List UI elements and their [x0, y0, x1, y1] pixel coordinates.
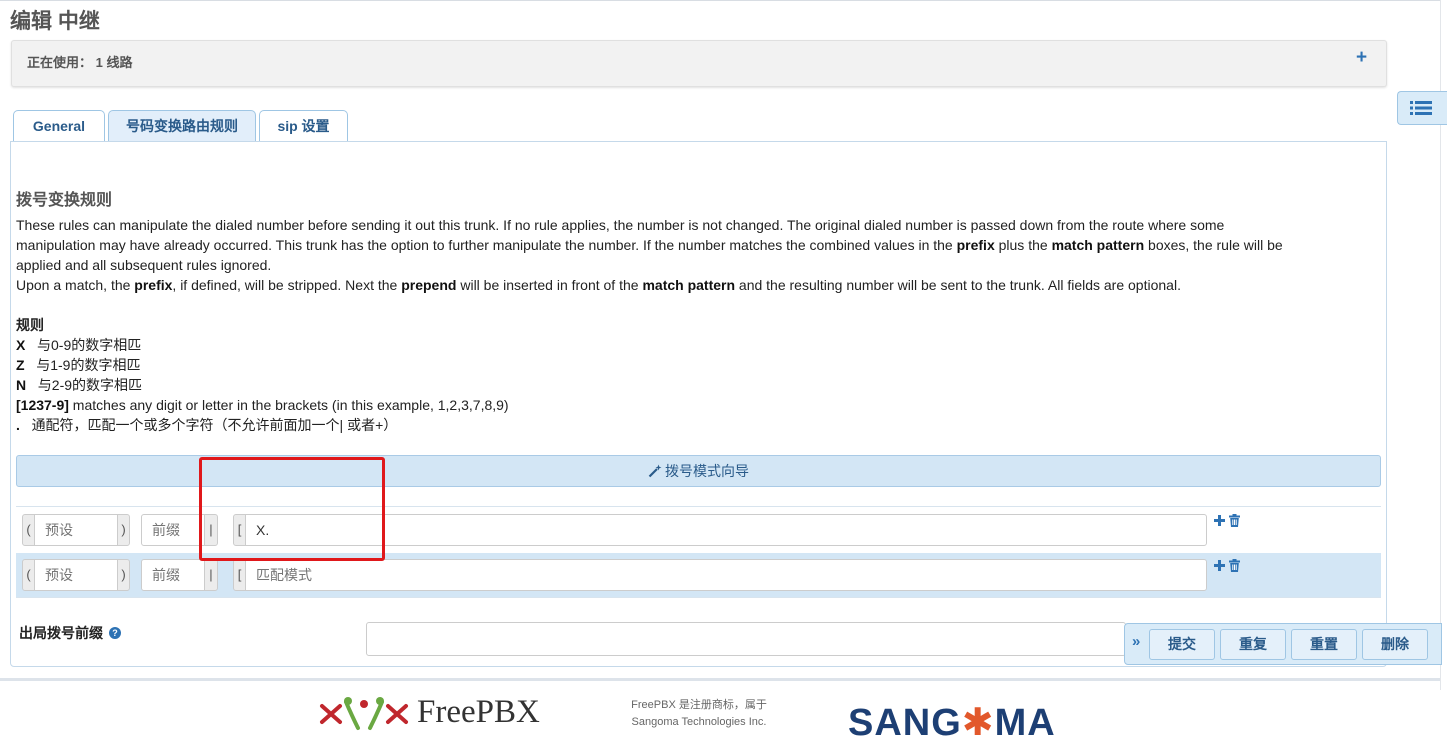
description-line-1: These rules can manipulate the dialed nu…: [16, 215, 1224, 235]
tab-dial-rules[interactable]: 号码变换路由规则: [108, 110, 256, 142]
tab-sip-settings[interactable]: sip 设置: [259, 110, 348, 142]
rule-text: 通配符，匹配一个或多个字符（不允许前面加一个| 或者+）: [31, 417, 398, 433]
description-line-3: applied and all subsequent rules ignored…: [16, 255, 271, 275]
tab-general[interactable]: General: [13, 110, 105, 142]
description-line-2: manipulation may have already occurred. …: [16, 235, 1283, 255]
in-use-panel: 正在使用： 1 线路 +: [11, 40, 1387, 87]
help-icon[interactable]: ?: [109, 627, 121, 639]
desc-text: applied and all subsequent rules ignored…: [16, 257, 272, 273]
close-paren-addon: ): [117, 514, 130, 546]
trash-icon[interactable]: [1229, 514, 1240, 527]
delete-button[interactable]: 删除: [1362, 629, 1428, 660]
sangoma-logo: SANG✱MA: [848, 700, 1056, 745]
rule-text: 与1-9的数字相匹: [36, 357, 141, 373]
desc-text: will be inserted in front of the: [456, 277, 643, 293]
top-border: [0, 0, 1440, 1]
outbound-prefix-input[interactable]: [366, 622, 1126, 656]
prepend-input[interactable]: [34, 559, 118, 591]
freepbx-logo-text: FreePBX: [417, 694, 540, 730]
footer-divider: [0, 678, 1440, 681]
desc-bold: prefix: [956, 237, 995, 253]
rule-key: Z: [16, 357, 25, 373]
desc-text: manipulation may have already occurred. …: [16, 237, 957, 253]
rules-title: 规则: [16, 317, 44, 333]
desc-text: These rules can manipulate the dialed nu…: [16, 217, 1225, 233]
divider: [16, 597, 1381, 598]
pipe-addon: |: [204, 559, 218, 591]
rule-key: .: [16, 417, 20, 433]
highlight-annotation-box: [199, 457, 385, 561]
freepbx-logo-icon: [320, 697, 408, 730]
rule-text: 与2-9的数字相匹: [37, 377, 143, 393]
list-icon: [1410, 101, 1432, 115]
rule-item: [1237-9] matches any digit or letter in …: [16, 395, 509, 415]
prefix-input[interactable]: [141, 559, 205, 591]
desc-bold: match pattern: [642, 277, 736, 293]
page-title: 编辑 中继: [10, 10, 100, 33]
sangoma-logo-text: SANG: [848, 702, 962, 744]
rule-item: Z 与1-9的数字相匹: [16, 355, 140, 375]
sangoma-star-icon: ✱: [961, 702, 995, 744]
submit-button[interactable]: 提交: [1149, 629, 1215, 660]
desc-text: and the resulting number will be sent to…: [735, 277, 1181, 293]
add-row-icon[interactable]: [1214, 560, 1225, 571]
rule-item: . 通配符，匹配一个或多个字符（不允许前面加一个| 或者+）: [16, 415, 397, 435]
match-pattern-input[interactable]: [245, 559, 1207, 591]
desc-text: Upon a match, the: [16, 277, 135, 293]
rule-item: X 与0-9的数字相匹: [16, 335, 141, 355]
desc-bold: match pattern: [1051, 237, 1145, 253]
description-line-4: Upon a match, the prefix, if defined, wi…: [16, 275, 1181, 295]
in-use-expand-button[interactable]: +: [1356, 47, 1367, 69]
section-title: 拨号变换规则: [16, 192, 113, 209]
desc-text: boxes, the rule will be: [1144, 237, 1283, 253]
desc-bold: prefix: [134, 277, 173, 293]
sangoma-logo-text: MA: [994, 702, 1056, 744]
reset-button[interactable]: 重置: [1291, 629, 1357, 660]
desc-bold: prepend: [401, 277, 457, 293]
rule-key: N: [16, 377, 27, 393]
add-row-icon[interactable]: [1214, 515, 1225, 526]
side-menu-toggle-button[interactable]: [1397, 91, 1447, 125]
magic-wand-icon: [648, 464, 662, 478]
duplicate-button[interactable]: 重复: [1220, 629, 1286, 660]
rule-text: matches any digit or letter in the brack…: [68, 397, 509, 413]
match-pattern-input[interactable]: [245, 514, 1207, 546]
legal-line-2: Sangoma Technologies Inc.: [631, 716, 767, 728]
legal-line-1: FreePBX 是注册商标，属于: [631, 699, 767, 711]
desc-text: plus the: [994, 237, 1052, 253]
close-paren-addon: ): [117, 559, 130, 591]
legal-notice: FreePBX 是注册商标，属于 Sangoma Technologies In…: [610, 697, 788, 731]
outbound-prefix-label: 出局拨号前缀: [19, 625, 103, 641]
action-bar-collapse-button[interactable]: »: [1132, 633, 1140, 650]
rule-item: N 与2-9的数字相匹: [16, 375, 142, 395]
prepend-input[interactable]: [34, 514, 118, 546]
in-use-label: 正在使用： 1 线路: [27, 55, 133, 70]
desc-text: , if defined, will be stripped. Next the: [172, 277, 402, 293]
rule-text: 与0-9的数字相匹: [37, 337, 142, 353]
prefix-input[interactable]: [141, 514, 205, 546]
trash-icon[interactable]: [1229, 559, 1240, 572]
wizard-label: 拨号模式向导: [665, 463, 749, 479]
rule-key: X: [16, 337, 26, 353]
rule-key: [1237-9]: [16, 397, 69, 413]
